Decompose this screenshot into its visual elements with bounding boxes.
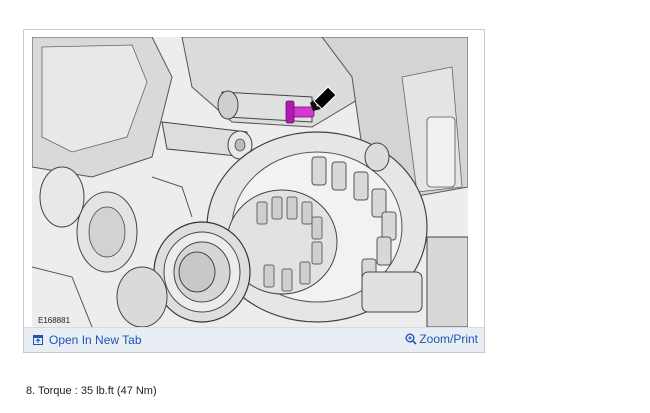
open-in-new-tab-label: Open In New Tab xyxy=(49,333,142,347)
open-in-new-tab-link[interactable]: Open In New Tab xyxy=(33,333,142,347)
engine-alternator-illustration: E168881 xyxy=(32,37,468,327)
figure-toolbar: Open In New Tab Zoom/Print xyxy=(24,327,484,352)
torque-step-text: 8. Torque : 35 lb.ft (47 Nm) xyxy=(26,385,157,397)
engine-drawing xyxy=(32,37,468,327)
zoom-print-link[interactable]: Zoom/Print xyxy=(405,332,478,346)
figure-image-id: E168881 xyxy=(38,316,71,325)
open-new-tab-icon xyxy=(33,335,43,345)
magnifier-zoom-icon xyxy=(405,333,417,345)
zoom-print-label: Zoom/Print xyxy=(419,332,478,346)
figure-card: E168881 Open In New Tab Zoom/Print xyxy=(23,29,485,353)
